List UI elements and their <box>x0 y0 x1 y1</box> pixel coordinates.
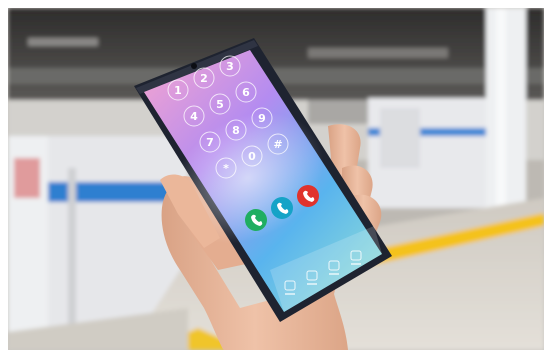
dial-key-label: 3 <box>226 60 234 73</box>
dial-key-label: 1 <box>174 84 182 97</box>
dial-key-label: # <box>273 138 282 151</box>
dial-key-label: * <box>223 162 229 175</box>
dial-key-label: 0 <box>248 150 256 163</box>
front-camera <box>191 63 197 69</box>
dial-key-label: 7 <box>206 136 214 149</box>
dial-key-label: 6 <box>242 86 250 99</box>
dial-key-label: 9 <box>258 112 266 125</box>
phone-answer-button[interactable] <box>245 209 267 231</box>
dial-key-label: 4 <box>190 110 198 123</box>
dial-key-label: 5 <box>216 98 224 111</box>
photo: 1 2 3 4 5 6 7 8 9 * 0 # <box>8 8 544 350</box>
dial-key-label: 2 <box>200 72 208 85</box>
scene-svg: 1 2 3 4 5 6 7 8 9 * 0 # <box>8 8 544 350</box>
dial-key-label: 8 <box>232 124 240 137</box>
phone-video-button[interactable] <box>271 197 293 219</box>
phone-hangup-button[interactable] <box>297 185 319 207</box>
